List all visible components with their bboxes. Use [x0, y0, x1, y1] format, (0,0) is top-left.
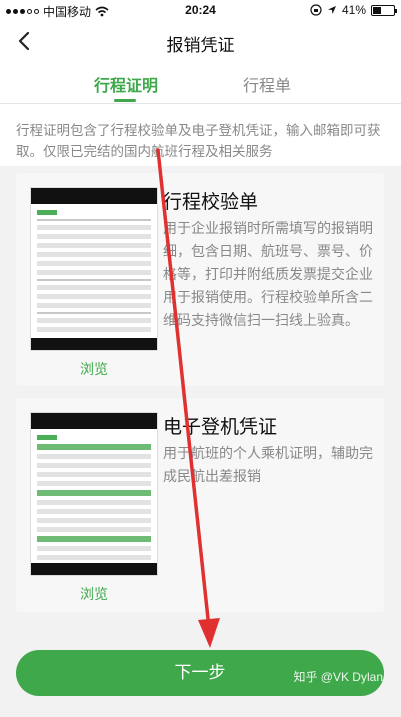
card-title-boarding-pass: 电子登机凭证 [163, 417, 278, 438]
watermark-text: 知乎 @VK Dylan [293, 670, 383, 684]
tab-travel-proof[interactable]: 行程证明 [94, 72, 158, 96]
lock-rotation-icon [310, 4, 322, 16]
boarding-pass-thumbnail[interactable] [30, 412, 158, 576]
browse-link-itinerary-check[interactable]: 浏览 [30, 359, 158, 379]
itinerary-check-thumbnail[interactable] [30, 187, 158, 351]
browse-link-boarding-pass[interactable]: 浏览 [30, 584, 158, 604]
page-title: 报销凭证 [166, 36, 235, 55]
status-right: 41% [310, 3, 397, 17]
boarding-pass-card: 浏览 电子登机凭证 用于航班的个人乘机证明，辅助完成民航出差报销 [16, 398, 384, 612]
itinerary-check-card: 浏览 行程校验单 用于企业报销时所需填写的报销明细，包含日期、航班号、票号、价格… [16, 173, 384, 386]
battery-icon [371, 4, 397, 16]
tab-itinerary[interactable]: 行程单 [243, 72, 291, 96]
battery-percent: 41% [341, 3, 366, 17]
navigation-bar: 报销凭证 [0, 20, 401, 62]
card-text-itinerary-check: 用于企业报销时所需填写的报销明细，包含日期、航班号、票号、价格等，打印并附纸质发… [163, 220, 373, 328]
tab-bar: 行程证明 行程单 [0, 62, 401, 104]
description-text: 行程证明包含了行程校验单及电子登机凭证，输入邮箱即可获取。仅限已完结的国内航班行… [0, 104, 401, 166]
location-icon [327, 6, 336, 14]
battery-fill [373, 6, 381, 14]
card-title-itinerary-check: 行程校验单 [163, 192, 259, 213]
active-tab-indicator [114, 99, 136, 102]
card-text-boarding-pass: 用于航班的个人乘机证明，辅助完成民航出差报销 [163, 445, 373, 484]
status-bar: 中国移动 20:24 41% [0, 0, 401, 20]
